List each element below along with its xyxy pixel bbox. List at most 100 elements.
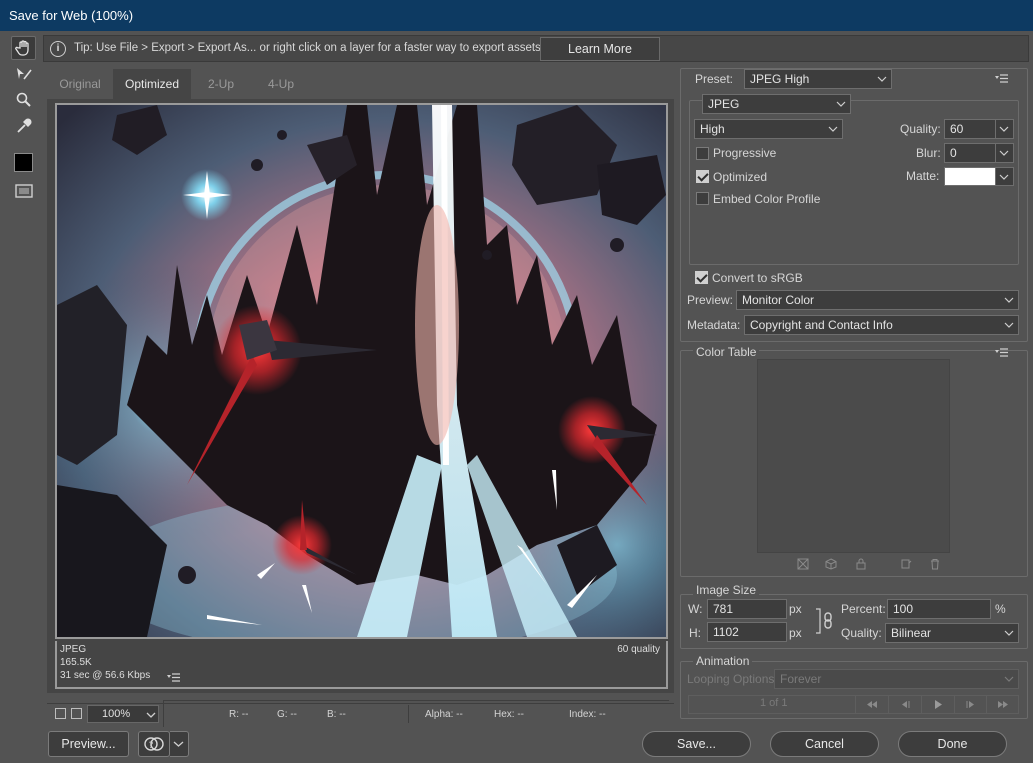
toggle-slices-visibility[interactable] — [11, 179, 36, 203]
save-button[interactable]: Save... — [642, 731, 751, 757]
blue-value: B: -- — [327, 709, 346, 720]
first-frame-button[interactable] — [855, 696, 888, 713]
progressive-checkbox[interactable] — [696, 147, 709, 160]
optimized-image-preview[interactable] — [55, 103, 668, 639]
download-speed-menu[interactable] — [167, 672, 181, 686]
optimized-label: Optimized — [713, 170, 768, 184]
play-button[interactable] — [921, 696, 954, 713]
matte-color-swatch[interactable] — [944, 167, 996, 186]
color-table-grid[interactable] — [757, 359, 950, 553]
width-value: 781 — [713, 602, 734, 616]
height-input[interactable]: 1102 — [707, 622, 787, 642]
preset-label: Preset: — [695, 72, 734, 86]
eyedropper-tool[interactable] — [11, 114, 36, 138]
quality-input[interactable]: 60 — [944, 119, 996, 139]
svg-text:?: ? — [149, 741, 154, 751]
file-size: 165.5K — [60, 657, 92, 668]
metadata-dropdown[interactable]: Copyright and Contact Info — [744, 315, 1019, 335]
metadata-label: Metadata: — [687, 318, 741, 332]
embed-color-profile-label: Embed Color Profile — [713, 192, 821, 206]
last-frame-button[interactable] — [986, 696, 1018, 713]
percent-input[interactable]: 100 — [887, 599, 991, 619]
preset-dropdown[interactable]: JPEG High — [744, 69, 892, 89]
width-input[interactable]: 781 — [707, 599, 787, 619]
delete-color-button[interactable] — [929, 558, 941, 573]
browser-preview-button[interactable]: ? — [138, 731, 170, 757]
slice-select-tool[interactable] — [11, 62, 36, 86]
color-table-title: Color Table — [693, 345, 760, 359]
last-frame-icon — [997, 701, 1008, 708]
color-table-menu-button[interactable] — [995, 347, 1009, 361]
chevron-down-icon — [828, 126, 838, 132]
resample-quality-label: Quality: — [841, 626, 882, 640]
preview-button[interactable]: Preview... — [48, 731, 129, 757]
percent-value: 100 — [893, 602, 914, 616]
slice-select-icon — [16, 68, 32, 80]
convert-srgb-label: Convert to sRGB — [712, 271, 803, 285]
lock-color-button[interactable] — [855, 558, 867, 573]
height-value: 1102 — [713, 625, 739, 639]
tools-panel — [9, 36, 38, 206]
eyedropper-icon — [16, 118, 32, 133]
tab-optimized[interactable]: Optimized — [113, 69, 191, 99]
chevron-down-icon — [1004, 322, 1014, 328]
blur-slider-toggle[interactable] — [996, 143, 1014, 163]
optimize-menu-button[interactable] — [995, 73, 1009, 87]
zoom-tool[interactable] — [11, 88, 36, 112]
quality-label: Quality: — [900, 122, 941, 136]
file-format-dropdown[interactable]: JPEG — [702, 94, 851, 114]
menu-icon — [995, 348, 1008, 357]
blur-input[interactable]: 0 — [944, 143, 996, 163]
chevron-down-icon — [999, 174, 1009, 180]
metadata-value: Copyright and Contact Info — [750, 318, 893, 332]
browser-list-dropdown[interactable] — [170, 731, 189, 757]
hand-tool[interactable] — [11, 36, 36, 60]
compression-quality-dropdown[interactable]: High — [694, 119, 843, 139]
next-frame-button[interactable] — [954, 696, 986, 713]
convert-srgb-checkbox[interactable] — [695, 271, 708, 284]
tip-bar: i Tip: Use File > Export > Export As... … — [43, 35, 1029, 62]
constrain-proportions-toggle[interactable] — [814, 607, 836, 638]
new-item-icon — [901, 559, 912, 569]
embed-color-profile-checkbox[interactable] — [696, 192, 709, 205]
slices-icon — [14, 184, 33, 198]
learn-more-button[interactable]: Learn More — [540, 37, 660, 61]
resample-quality-value: Bilinear — [891, 626, 932, 640]
animation-title: Animation — [693, 654, 753, 668]
tab-2up[interactable]: 2-Up — [191, 69, 251, 99]
new-color-button[interactable] — [900, 558, 912, 573]
green-value: G: -- — [277, 709, 297, 720]
percent-unit: % — [995, 602, 1006, 616]
web-shift-icon — [797, 558, 809, 570]
looping-options-value: Forever — [780, 672, 822, 686]
browser-icon: ? — [144, 737, 164, 751]
previous-frame-button[interactable] — [888, 696, 921, 713]
quality-slider-toggle[interactable] — [996, 119, 1014, 139]
lock-icon — [856, 558, 866, 570]
cancel-button[interactable]: Cancel — [770, 731, 879, 757]
tab-4up[interactable]: 4-Up — [251, 69, 311, 99]
zoom-out-button[interactable] — [55, 708, 66, 719]
matte-dropdown[interactable] — [996, 167, 1014, 186]
tip-text: Tip: Use File > Export > Export As... or… — [74, 42, 541, 54]
chevron-down-icon — [836, 101, 846, 107]
zoom-dropdown[interactable] — [143, 707, 159, 723]
file-format: JPEG — [60, 644, 87, 655]
looping-options-dropdown[interactable]: Forever — [774, 669, 1019, 689]
done-button[interactable]: Done — [898, 731, 1007, 757]
resample-quality-dropdown[interactable]: Bilinear — [885, 623, 1019, 643]
web-shift-button[interactable] — [797, 558, 809, 573]
alpha-value: Alpha: -- — [425, 709, 463, 720]
optimized-checkbox[interactable] — [696, 170, 709, 183]
hex-value: Hex: -- — [494, 709, 524, 720]
looping-options-label: Looping Options: — [687, 672, 778, 686]
eyedropper-color-swatch[interactable] — [11, 150, 36, 174]
chevron-down-icon — [1004, 630, 1014, 636]
tab-original[interactable]: Original — [47, 69, 113, 99]
blur-label: Blur: — [916, 146, 941, 160]
chevron-down-icon — [146, 712, 156, 718]
preview-mode-dropdown[interactable]: Monitor Color — [736, 290, 1019, 310]
lock-color-cube-button[interactable] — [825, 558, 837, 573]
zoom-in-button[interactable] — [71, 708, 82, 719]
blur-value: 0 — [950, 146, 957, 160]
